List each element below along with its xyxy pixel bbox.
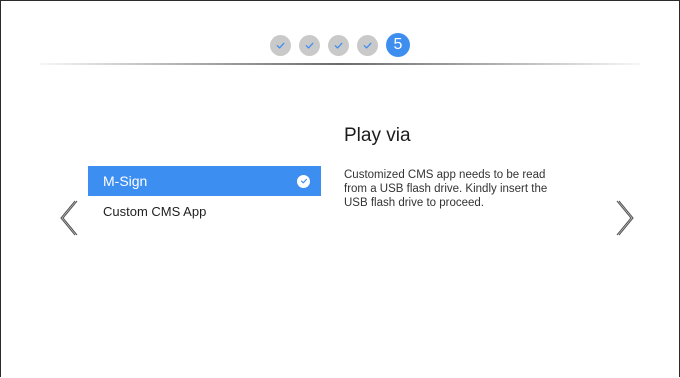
play-via-options: M-Sign Custom CMS App [88, 166, 321, 226]
option-label: M-Sign [103, 173, 148, 189]
page-title: Play via [344, 125, 411, 146]
header-divider [40, 63, 640, 65]
step-4-complete [357, 34, 378, 56]
chevron-left-icon [60, 200, 78, 236]
step-1-complete [270, 34, 291, 56]
next-button[interactable] [616, 199, 636, 237]
check-icon [276, 42, 285, 49]
option-custom-cms-app[interactable]: Custom CMS App [88, 196, 321, 226]
step-2-complete [299, 34, 320, 56]
previous-button[interactable] [58, 199, 78, 237]
check-icon [334, 42, 343, 49]
check-icon [305, 42, 314, 49]
step-3-complete [328, 34, 349, 56]
description-text: Customized CMS app needs to be read from… [344, 169, 548, 209]
option-m-sign[interactable]: M-Sign [88, 166, 321, 196]
check-circle-icon [297, 174, 310, 188]
chevron-right-icon [616, 200, 634, 236]
step-current: 5 [386, 33, 410, 57]
option-label: Custom CMS App [103, 203, 207, 219]
progress-stepper: 5 [0, 33, 680, 57]
check-icon [363, 42, 372, 49]
